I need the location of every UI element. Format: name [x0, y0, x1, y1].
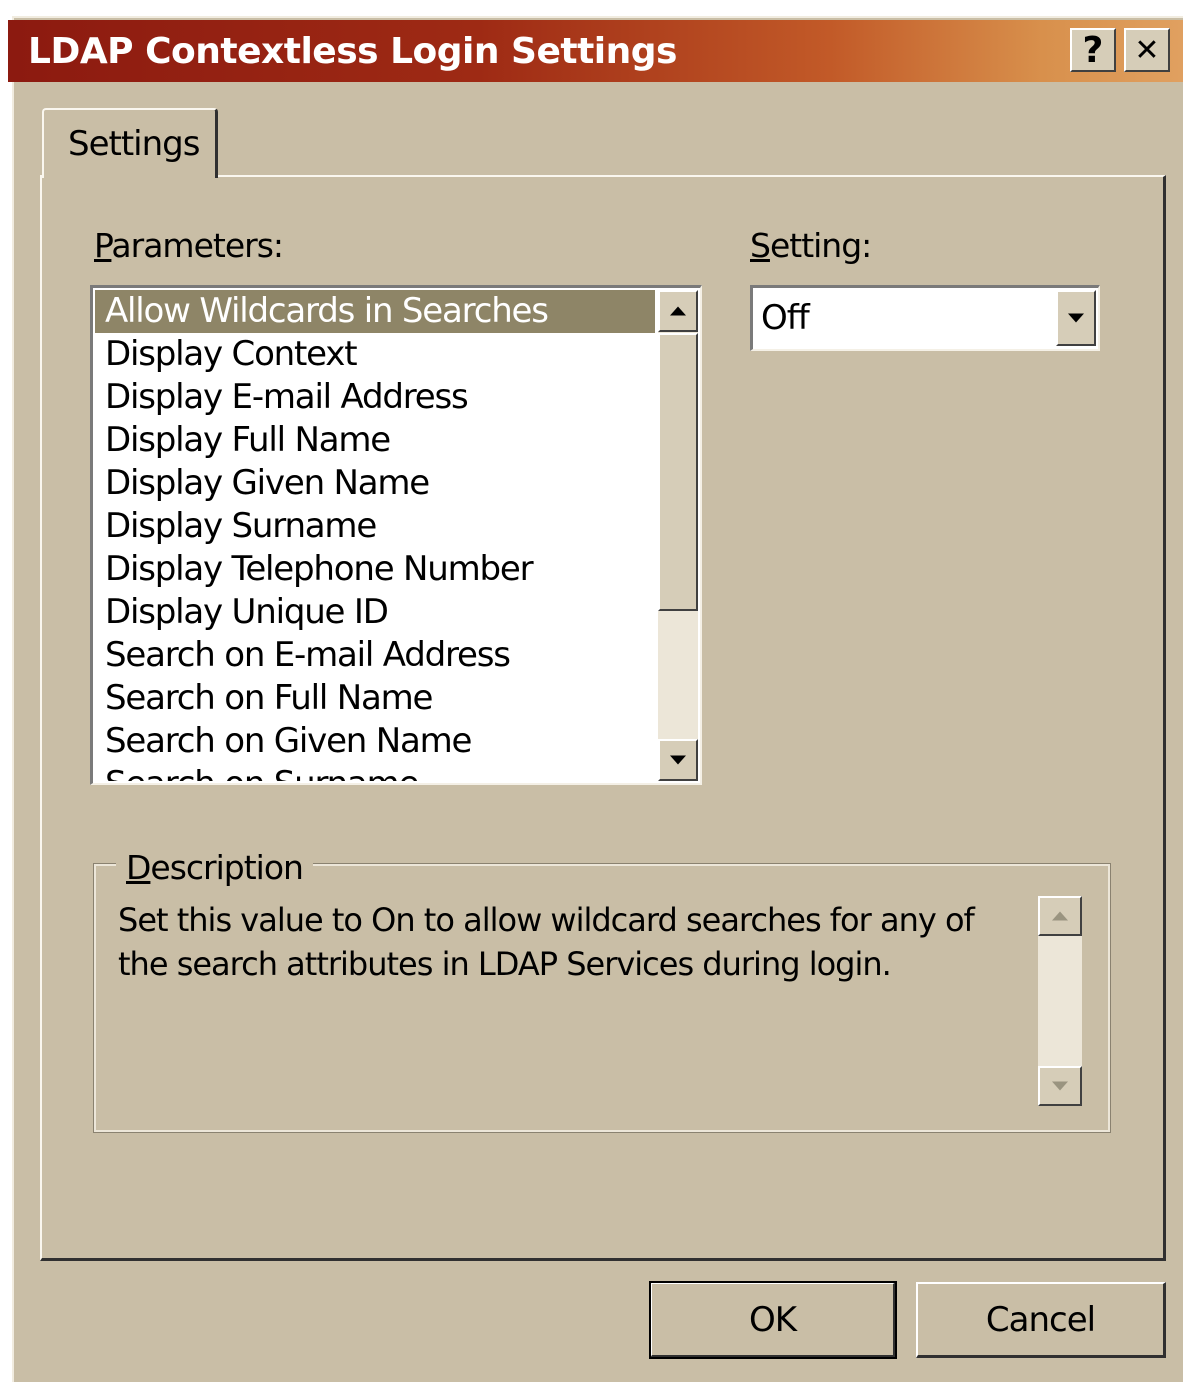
list-item[interactable]: Display Unique ID — [95, 591, 655, 634]
list-item[interactable]: Display Given Name — [95, 462, 655, 505]
list-item[interactable]: Search on Surname — [95, 763, 655, 781]
scroll-down-arrow-icon — [1052, 1081, 1068, 1091]
close-icon: ✕ — [1134, 32, 1160, 68]
list-item[interactable]: Search on E-mail Address — [95, 634, 655, 677]
list-item[interactable]: Search on Given Name — [95, 720, 655, 763]
scroll-up-arrow-icon — [670, 306, 686, 316]
setting-dropdown[interactable]: Off — [750, 285, 1100, 351]
ok-button[interactable]: OK — [649, 1281, 897, 1359]
list-item[interactable]: Allow Wildcards in Searches — [95, 290, 655, 333]
cancel-button[interactable]: Cancel — [916, 1282, 1166, 1358]
dropdown-button[interactable] — [1056, 290, 1096, 346]
scroll-up-arrow-icon — [1052, 911, 1068, 921]
list-item[interactable]: Search on Full Name — [95, 677, 655, 720]
parameters-list: Allow Wildcards in Searches Display Conte… — [95, 290, 655, 781]
parameters-listbox[interactable]: Allow Wildcards in Searches Display Conte… — [90, 285, 702, 785]
description-title: Description — [116, 848, 313, 887]
dropdown-arrow-icon — [1068, 313, 1084, 323]
scroll-up-button[interactable] — [658, 290, 698, 332]
close-button[interactable]: ✕ — [1124, 28, 1170, 72]
scroll-thumb[interactable] — [658, 333, 698, 611]
list-item[interactable]: Display E-mail Address — [95, 376, 655, 419]
list-item[interactable]: Display Surname — [95, 505, 655, 548]
scroll-down-arrow-icon — [670, 755, 686, 765]
title-bar[interactable]: LDAP Contextless Login Settings ? ✕ — [8, 20, 1183, 82]
list-item[interactable]: Display Context — [95, 333, 655, 376]
description-scroll-up-button — [1038, 896, 1082, 936]
setting-value: Off — [761, 298, 810, 338]
list-item[interactable]: Display Full Name — [95, 419, 655, 462]
parameters-label: Parameters: — [94, 226, 284, 265]
help-button[interactable]: ? — [1070, 28, 1116, 72]
description-text: Set this value to On to allow wildcard s… — [118, 901, 975, 983]
description-scrollbar — [1038, 896, 1082, 1106]
tab-settings-label: Settings — [68, 124, 200, 164]
setting-label: Setting: — [750, 226, 872, 265]
help-icon: ? — [1082, 29, 1104, 71]
scroll-down-button[interactable] — [658, 739, 698, 781]
window-title: LDAP Contextless Login Settings — [28, 31, 677, 72]
description-scroll-down-button — [1038, 1066, 1082, 1106]
tab-settings[interactable]: Settings — [42, 108, 218, 178]
list-item[interactable]: Display Telephone Number — [95, 548, 655, 591]
parameters-scrollbar[interactable] — [658, 290, 698, 781]
